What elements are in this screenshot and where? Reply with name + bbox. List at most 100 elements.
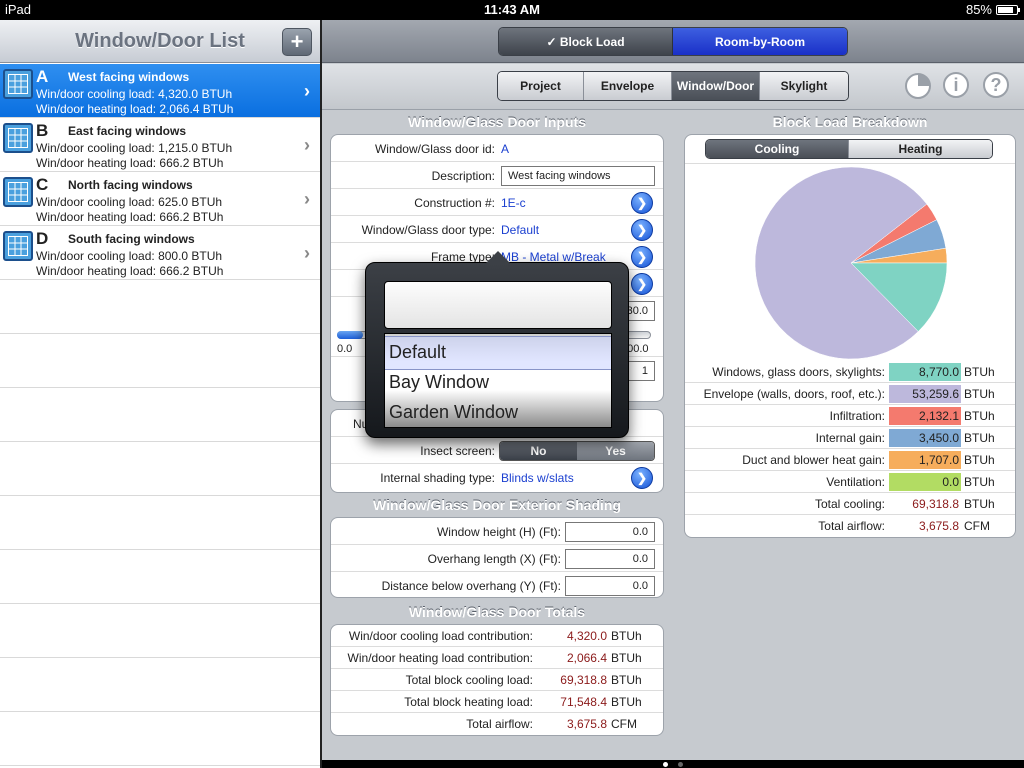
list-item[interactable]: B East facing windows Win/door cooling loa… (0, 118, 320, 172)
item-cooling: Win/door cooling load: 4,320.0 BTUh (36, 87, 233, 101)
totals-row: Win/door cooling load contribution: 4,32… (331, 625, 663, 647)
total-cooling-label: Total cooling: (814, 497, 885, 511)
item-title: East facing windows (68, 124, 187, 138)
room-by-room-tab[interactable]: Room-by-Room (673, 28, 847, 55)
breakdown-value: 2,132.1 (889, 407, 961, 425)
total-cooling-value: 69,318.8 (912, 497, 959, 511)
top-toolbar: ✓ Block Load Room-by-Room (322, 20, 1024, 63)
totals-unit: BTUh (611, 673, 642, 687)
breakdown-value: 1,707.0 (889, 451, 961, 469)
picker-option[interactable]: Bay Window (389, 372, 489, 393)
cooling-tab[interactable]: Cooling (706, 140, 849, 158)
door-type-label: Window/Glass door type: (361, 223, 495, 237)
overhang-field[interactable]: 0.0 (565, 549, 655, 569)
pie-chart-icon[interactable] (904, 72, 932, 100)
construction-row[interactable]: Construction #: 1E-c ❯ (331, 189, 663, 216)
description-field[interactable]: West facing windows (501, 166, 655, 186)
inputs-header: Window/Glass Door Inputs (408, 114, 586, 130)
total-airflow-unit: CFM (964, 519, 990, 533)
breakdown-row: Infiltration: 2,132.1 BTUh (685, 405, 1015, 427)
below-overhang-field[interactable]: 0.0 (565, 576, 655, 596)
picker-wheel[interactable]: Default Bay Window Garden Window (384, 333, 612, 428)
empty-row (0, 388, 320, 442)
help-icon[interactable]: ? (983, 72, 1009, 98)
arrow-right-icon[interactable]: ❯ (631, 246, 653, 268)
picker-option[interactable]: Default (389, 342, 446, 363)
arrow-right-icon[interactable]: ❯ (631, 273, 653, 295)
total-airflow-label: Total airflow: (818, 519, 885, 533)
info-icon[interactable]: i (943, 72, 969, 98)
exterior-header: Window/Glass Door Exterior Shading (372, 497, 621, 513)
arrow-right-icon[interactable]: ❯ (631, 219, 653, 241)
breakdown-row: Duct and blower heat gain: 1,707.0 BTUh (685, 449, 1015, 471)
shading-label: Internal shading type: (380, 471, 495, 485)
total-cooling-unit: BTUh (964, 497, 995, 511)
item-letter: C (36, 175, 49, 194)
window-height-row: Window height (H) (Ft): 0.0 (331, 518, 663, 545)
totals-unit: BTUh (611, 629, 642, 643)
empty-row (0, 496, 320, 550)
breakdown-value: 8,770.0 (889, 363, 961, 381)
page-indicator (322, 760, 1024, 768)
totals-label: Win/door cooling load contribution: (348, 629, 533, 643)
totals-value: 3,675.8 (566, 717, 607, 731)
shading-row[interactable]: Internal shading type: Blinds w/slats ❯ (331, 464, 663, 491)
block-load-tab[interactable]: ✓ Block Load (499, 28, 673, 55)
item-heating: Win/door heating load: 666.2 BTUh (36, 156, 224, 170)
empty-row (0, 442, 320, 496)
item-cooling: Win/door cooling load: 800.0 BTUh (36, 249, 223, 263)
below-overhang-row: Distance below overhang (Y) (Ft): 0.0 (331, 572, 663, 597)
list-item[interactable]: D South facing windows Win/door cooling lo… (0, 226, 320, 280)
totals-card: Win/door cooling load contribution: 4,32… (330, 624, 664, 736)
arrow-right-icon[interactable]: ❯ (631, 192, 653, 214)
tab-envelope[interactable]: Envelope (584, 72, 672, 100)
tab-project[interactable]: Project (498, 72, 584, 100)
construction-label: Construction #: (414, 196, 495, 210)
battery-status: 85% (966, 2, 1020, 17)
breakdown-label: Infiltration: (829, 409, 885, 423)
totals-row: Total airflow: 3,675.8 CFM (331, 713, 663, 735)
breakdown-row: Windows, glass doors, skylights: 8,770.0 B… (685, 361, 1015, 383)
list-item[interactable]: A West facing windows Win/door cooling loa… (0, 64, 320, 118)
arrow-right-icon[interactable]: ❯ (631, 467, 653, 489)
overhang-row: Overhang length (X) (Ft): 0.0 (331, 545, 663, 572)
id-value: A (501, 142, 510, 156)
list-item[interactable]: C North facing windows Win/door cooling lo… (0, 172, 320, 226)
insect-no-option[interactable]: No (500, 442, 577, 460)
empty-row (0, 280, 320, 334)
door-type-value: Default (501, 223, 540, 237)
breakdown-label: Duct and blower heat gain: (742, 453, 885, 467)
breakdown-tabs: Cooling Heating (705, 139, 993, 159)
breakdown-row: Ventilation: 0.0 BTUh (685, 471, 1015, 493)
tab-window-door[interactable]: Window/Door (672, 72, 760, 100)
cooling-pie-chart (754, 166, 948, 360)
battery-icon (996, 4, 1020, 15)
breakdown-label: Internal gain: (815, 431, 885, 445)
breakdown-unit: BTUh (964, 409, 995, 423)
status-bar: iPad 11:43 AM 85% (0, 0, 1024, 20)
totals-header: Window/Glass Door Totals (408, 604, 586, 620)
item-cooling: Win/door cooling load: 1,215.0 BTUh (36, 141, 233, 155)
add-window-button[interactable]: + (282, 28, 312, 56)
picker-option[interactable]: Garden Window (389, 402, 518, 423)
slider-min: 0.0 (337, 343, 353, 355)
breakdown-unit: BTUh (964, 453, 995, 467)
item-cooling: Win/door cooling load: 625.0 BTUh (36, 195, 223, 209)
below-overhang-label: Distance below overhang (Y) (Ft): (381, 579, 561, 593)
exterior-card: Window height (H) (Ft): 0.0 Overhang len… (330, 517, 664, 598)
insect-yes-option[interactable]: Yes (577, 442, 654, 460)
section-toolbar: Project Envelope Window/Door Skylight i … (322, 64, 1024, 110)
totals-row: Win/door heating load contribution: 2,06… (331, 647, 663, 669)
description-row: Description: West facing windows (331, 162, 663, 189)
door-type-row[interactable]: Window/Glass door type: Default ❯ (331, 216, 663, 243)
window-height-field[interactable]: 0.0 (565, 522, 655, 542)
totals-value: 4,320.0 (566, 629, 607, 643)
totals-value: 71,548.4 (560, 695, 607, 709)
breakdown-label: Windows, glass doors, skylights: (712, 365, 885, 379)
tab-skylight[interactable]: Skylight (760, 72, 848, 100)
heating-tab[interactable]: Heating (849, 140, 992, 158)
breakdown-header: Block Load Breakdown (772, 114, 928, 130)
breakdown-unit: BTUh (964, 475, 995, 489)
shading-value: Blinds w/slats (501, 471, 574, 485)
total-airflow-row: Total airflow: 3,675.8 CFM (685, 515, 1015, 537)
